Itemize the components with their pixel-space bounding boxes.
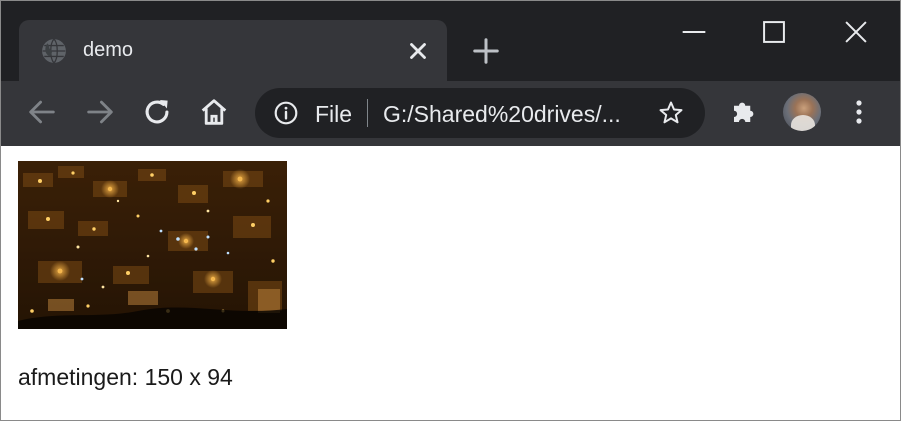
- address-bar[interactable]: File G:/Shared%20drives/...: [255, 88, 705, 138]
- reload-icon[interactable]: [140, 95, 174, 129]
- home-icon[interactable]: [197, 95, 231, 129]
- back-arrow-icon[interactable]: [25, 95, 59, 129]
- minimize-icon[interactable]: [677, 15, 711, 49]
- title-bar: demo: [1, 1, 900, 81]
- kebab-menu-icon[interactable]: [846, 95, 872, 129]
- url-text[interactable]: G:/Shared%20drives/...: [383, 101, 621, 127]
- new-tab-icon[interactable]: [471, 36, 501, 66]
- toolbar: File G:/Shared%20drives/...: [1, 81, 900, 146]
- tab-title: demo: [83, 39, 134, 61]
- info-icon[interactable]: [273, 100, 299, 126]
- forward-arrow-icon[interactable]: [83, 95, 117, 129]
- dimensions-text: afmetingen: 150 x 94: [18, 364, 233, 390]
- page-content: afmetingen: 150 x 94: [1, 146, 900, 420]
- tab-demo[interactable]: demo: [19, 20, 447, 81]
- night-city-photo: [18, 161, 287, 329]
- maximize-icon[interactable]: [757, 15, 791, 49]
- profile-avatar[interactable]: [783, 93, 821, 131]
- globe-icon: [42, 38, 66, 64]
- scheme-label[interactable]: File: [315, 101, 352, 127]
- browser-window: demo File G:/Shared%20drives/... afmetin…: [0, 0, 901, 421]
- close-icon[interactable]: [839, 15, 873, 49]
- omnibox-divider: [367, 99, 368, 127]
- puzzle-icon[interactable]: [729, 97, 759, 127]
- star-icon[interactable]: [657, 99, 685, 127]
- close-tab-icon[interactable]: [405, 38, 431, 64]
